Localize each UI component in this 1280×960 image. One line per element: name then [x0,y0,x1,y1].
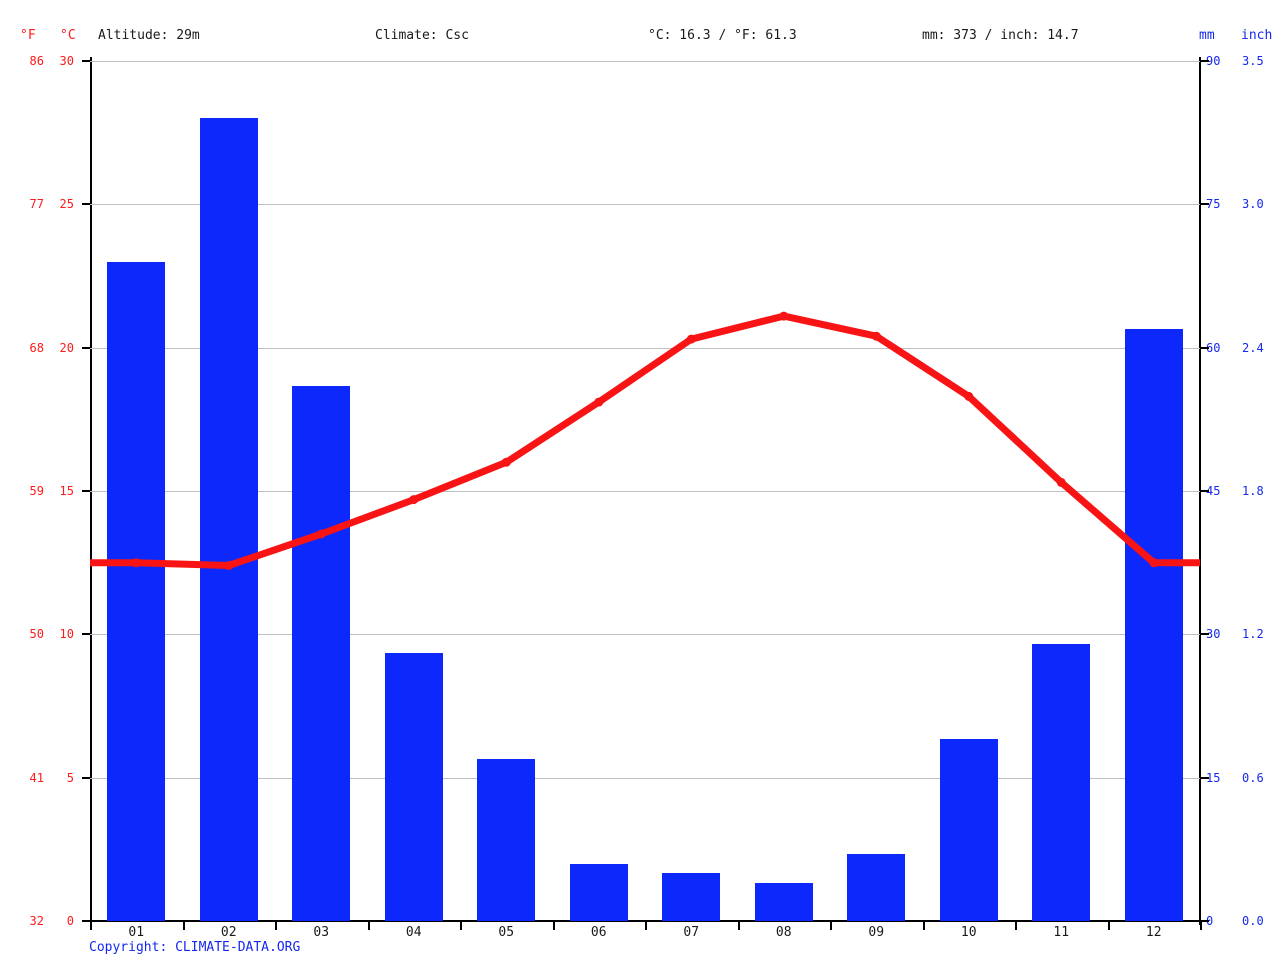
x-axis-tick-mark [367,920,370,930]
x-axis-tick-mark [645,920,647,930]
precipitation-bar[interactable] [107,261,166,921]
x-axis-month-label: 02 [220,925,237,940]
x-axis-tick-mark [275,920,277,930]
x-axis-tick-mark [1200,920,1202,930]
x-axis-month-label: 11 [1053,925,1070,940]
left-axis-fahrenheit-tick: 50 [29,627,44,642]
right-axis-inch-tick: 1.8 [1242,484,1264,498]
climate-classification-label: Climate: Csc [375,28,469,43]
left-axis-unit-celsius-label: °C [60,28,76,43]
right-axis-inch-tick: 1.2 [1242,627,1264,642]
x-axis-month-label: 12 [1145,925,1162,940]
precipitation-bar[interactable] [199,118,258,921]
right-axis-tick-mark [1201,633,1209,636]
x-axis-tick-mark [90,920,92,930]
right-axis-tick-mark [1201,346,1209,349]
copyright-label: Copyright: CLIMATE-DATA.ORG [89,940,301,955]
x-axis-tick-mark [737,920,740,930]
x-axis-tick-mark [460,920,462,930]
precipitation-bar[interactable] [477,758,536,921]
right-axis-unit-inch-label: inch [1241,28,1273,43]
left-axis-tick-mark [82,920,90,922]
precipitation-bar[interactable] [384,653,443,921]
altitude-label: Altitude: 29m [98,28,200,43]
left-axis-celsius-tick: 10 [59,627,74,642]
plot-area [90,61,1200,921]
left-axis-fahrenheit-tick: 68 [29,340,44,355]
average-temperature-label: °C: 16.3 / °F: 61.3 [648,28,797,43]
left-axis-fahrenheit-tick: 32 [29,914,44,928]
x-axis-month-label: 08 [775,925,792,940]
right-axis-tick-mark [1201,920,1209,922]
left-axis-fahrenheit-tick: 59 [29,484,44,498]
left-axis-unit-fahrenheit-label: °F [20,28,36,43]
x-axis-tick-mark [552,920,555,930]
x-axis-month-label: 01 [128,925,145,940]
precipitation-bar[interactable] [1032,643,1091,921]
x-axis-tick-mark [182,920,185,930]
x-axis-month-label: 09 [868,925,885,940]
left-axis-tick-mark [82,633,90,636]
x-axis-tick-mark [830,920,832,930]
right-axis-tick-mark [1201,776,1209,779]
left-axis-fahrenheit-tick: 86 [29,54,44,68]
x-axis-month-label: 05 [498,925,515,940]
right-axis-mm-tick: 30 [1206,627,1221,642]
left-axis-celsius-tick: 30 [59,54,74,68]
x-axis-month-label: 06 [590,925,607,940]
right-axis-inch-tick: 0.6 [1242,770,1264,785]
right-axis-inch-tick: 0.0 [1242,914,1264,928]
precipitation-bar[interactable] [569,863,628,921]
left-axis-fahrenheit-tick: 77 [29,197,44,212]
right-axis-mm-tick: 15 [1206,770,1221,785]
precipitation-bar[interactable] [662,873,721,921]
x-axis-tick-mark [1107,920,1110,930]
x-axis-tick-mark [1015,920,1017,930]
left-axis-fahrenheit-tick: 41 [29,770,44,785]
precipitation-bar[interactable] [292,385,351,921]
gridline [90,61,1200,62]
right-axis-tick-mark [1201,490,1209,492]
right-axis-tick-mark [1201,60,1209,62]
precipitation-bar[interactable] [1124,328,1183,921]
right-axis-unit-mm-label: mm [1199,28,1215,43]
left-axis-celsius-tick: 25 [59,197,74,212]
left-axis-celsius-tick: 15 [59,484,74,498]
x-axis-month-label: 03 [313,925,330,940]
x-axis-month-label: 04 [405,925,422,940]
right-axis-mm-tick: 90 [1206,54,1221,68]
right-axis-tick-mark [1201,203,1209,206]
left-axis-tick-mark [82,490,90,492]
left-axis-tick-mark [82,776,90,779]
precipitation-bar[interactable] [754,882,813,921]
right-axis-inch-tick: 3.0 [1242,197,1264,212]
x-axis-tick-mark [922,920,925,930]
left-axis-tick-mark [82,346,90,349]
total-precipitation-label: mm: 373 / inch: 14.7 [922,28,1079,43]
right-axis-mm-tick: 75 [1206,197,1221,212]
left-axis-tick-mark [82,60,90,62]
left-axis-tick-mark [82,203,90,206]
x-axis-month-label: 07 [683,925,700,940]
left-axis-celsius-tick: 0 [66,914,74,928]
x-axis-month-label: 10 [960,925,977,940]
chart-header: °F °C Altitude: 29m Climate: Csc °C: 16.… [0,24,1280,48]
left-axis-celsius-tick: 20 [59,340,74,355]
precipitation-bar[interactable] [847,854,906,921]
precipitation-bar[interactable] [939,739,998,921]
right-axis-mm-tick: 0 [1206,914,1214,928]
right-axis-mm-tick: 45 [1206,484,1221,498]
right-axis-inch-tick: 3.5 [1242,54,1264,68]
right-axis-inch-tick: 2.4 [1242,340,1264,355]
climate-chart: °F °C Altitude: 29m Climate: Csc °C: 16.… [0,0,1280,960]
left-axis-celsius-tick: 5 [66,770,74,785]
right-axis-mm-tick: 60 [1206,340,1221,355]
